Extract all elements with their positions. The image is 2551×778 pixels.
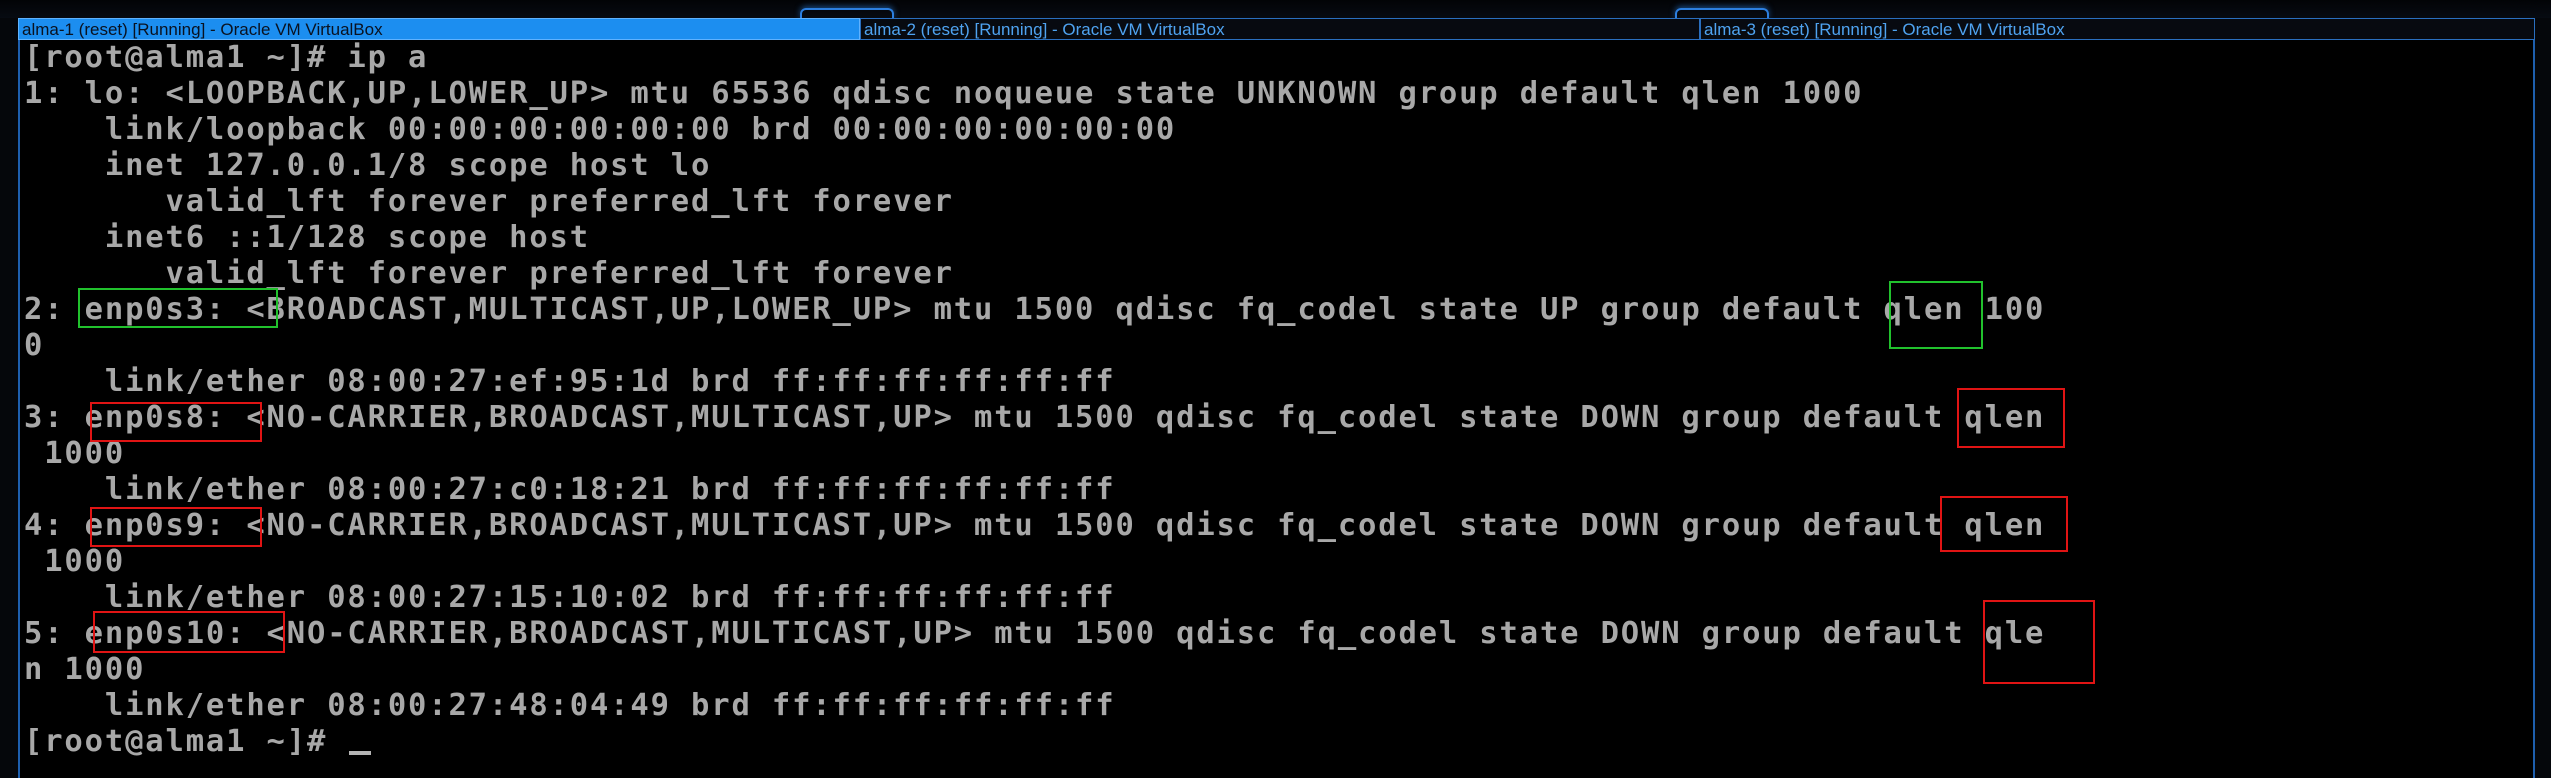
terminal-line: 1000 [24, 544, 126, 579]
terminal-prompt-line: [root@alma1 ~]# [24, 724, 372, 760]
window-title-alma-1[interactable]: alma-1 (reset) [Running] - Oracle VM Vir… [18, 18, 860, 40]
window-title-alma-3[interactable]: alma-3 (reset) [Running] - Oracle VM Vir… [1700, 18, 2535, 40]
terminal-line: inet6 ::1/128 scope host [24, 220, 590, 255]
terminal-line: link/loopback 00:00:00:00:00:00 brd 00:0… [24, 112, 1177, 147]
terminal-line: link/ether 08:00:27:c0:18:21 brd ff:ff:f… [24, 472, 1116, 507]
top-glow-bar [0, 0, 2551, 20]
terminal-line: 4: enp0s9: <NO-CARRIER,BROADCAST,MULTICA… [24, 508, 2046, 543]
terminal-line: [root@alma1 ~]# ip a [24, 40, 429, 75]
terminal-cursor [349, 751, 372, 755]
desktop: alma-1 (reset) [Running] - Oracle VM Vir… [0, 0, 2551, 778]
terminal-line: 0 [24, 328, 45, 363]
window-title-alma-2[interactable]: alma-2 (reset) [Running] - Oracle VM Vir… [860, 18, 1700, 40]
terminal-line: 5: enp0s10: <NO-CARRIER,BROADCAST,MULTIC… [24, 616, 2046, 651]
terminal-line: inet 127.0.0.1/8 scope host lo [24, 148, 712, 183]
terminal-line: link/ether 08:00:27:15:10:02 brd ff:ff:f… [24, 580, 1116, 615]
terminal-prompt: [root@alma1 ~]# [24, 724, 348, 759]
window-title-row: alma-1 (reset) [Running] - Oracle VM Vir… [18, 18, 2535, 40]
terminal-line: 1000 [24, 436, 126, 471]
terminal-console[interactable]: [root@alma1 ~]# ip a 1: lo: <LOOPBACK,UP… [18, 40, 2535, 778]
terminal-line: valid_lft forever preferred_lft forever [24, 184, 954, 219]
terminal-line: n 1000 [24, 652, 146, 687]
terminal-line: 2: enp0s3: <BROADCAST,MULTICAST,UP,LOWER… [24, 292, 2046, 327]
terminal-line: link/ether 08:00:27:48:04:49 brd ff:ff:f… [24, 688, 1116, 723]
terminal-line: 3: enp0s8: <NO-CARRIER,BROADCAST,MULTICA… [24, 400, 2046, 435]
terminal-line: valid_lft forever preferred_lft forever [24, 256, 954, 291]
terminal-line: 1: lo: <LOOPBACK,UP,LOWER_UP> mtu 65536 … [24, 76, 1864, 111]
terminal-line: link/ether 08:00:27:ef:95:1d brd ff:ff:f… [24, 364, 1116, 399]
